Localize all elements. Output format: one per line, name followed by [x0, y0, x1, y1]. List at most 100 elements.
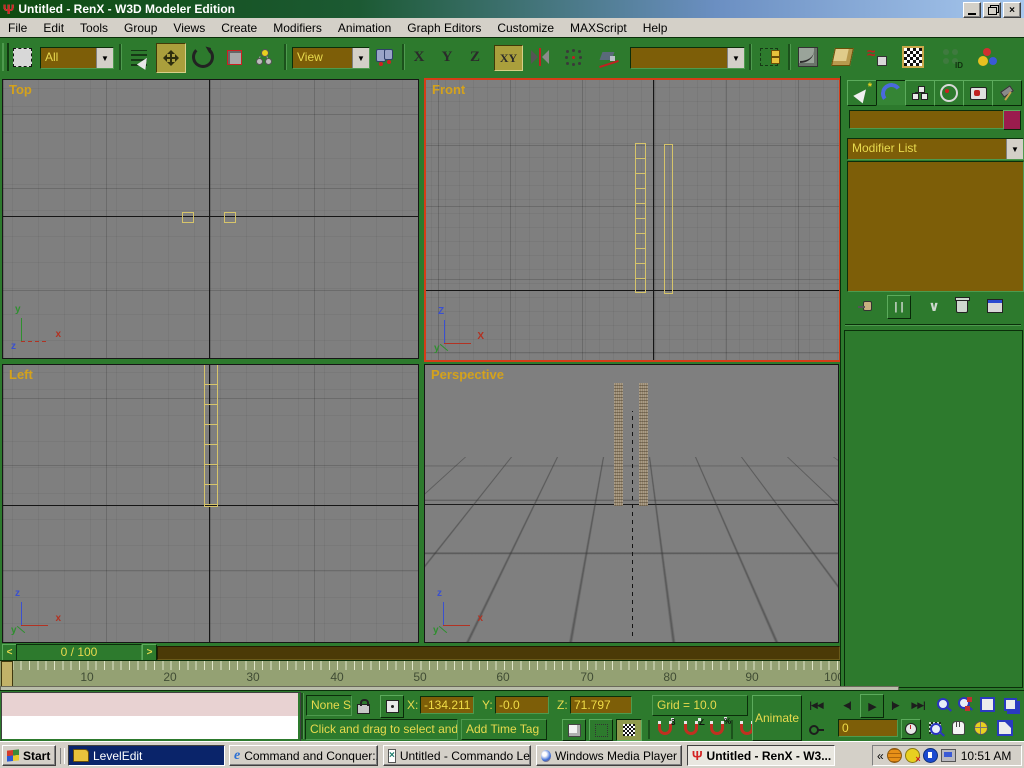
mirror-button[interactable] — [528, 45, 552, 69]
select-object-button[interactable] — [8, 43, 36, 71]
pin-stack-button[interactable] — [853, 295, 877, 317]
viewport-left[interactable]: Left z x y — [2, 364, 419, 643]
selection-lock-toggle[interactable] — [357, 698, 370, 714]
menu-tools[interactable]: Tools — [72, 19, 116, 37]
min-max-toggle-button[interactable] — [995, 718, 1015, 738]
restore-button[interactable] — [983, 2, 1001, 18]
pan-button[interactable] — [949, 718, 967, 738]
percent-snap-button[interactable]: % — [706, 719, 728, 739]
frame-slider-handle[interactable] — [1, 661, 13, 687]
absolute-offset-toggle[interactable] — [380, 695, 404, 718]
menu-customize[interactable]: Customize — [489, 19, 562, 37]
schematic-view-button[interactable] — [828, 43, 856, 71]
texture-view-button[interactable] — [616, 719, 642, 741]
x-coord-field[interactable]: -134.211 — [420, 696, 474, 714]
select-and-scale-button[interactable] — [222, 45, 246, 69]
time-slider-track[interactable] — [157, 646, 840, 660]
task-renx[interactable]: Ψ Untitled - RenX - W3... — [687, 745, 835, 766]
time-configuration-button[interactable] — [901, 719, 921, 739]
ladder-object-wireframe[interactable] — [635, 143, 646, 293]
key-mode-toggle[interactable] — [806, 719, 826, 739]
window-titlebar[interactable]: Ψ Untitled - RenX - W3D Modeler Edition … — [0, 0, 1024, 18]
angle-snap-button[interactable]: ∠ — [680, 719, 702, 739]
tray-alert-icon[interactable]: × — [905, 748, 920, 763]
viewport-top[interactable]: Top y x z — [2, 79, 419, 359]
select-and-rotate-button[interactable] — [189, 43, 217, 71]
restrict-x-button[interactable]: X — [408, 45, 430, 69]
configure-modifier-sets-button[interactable] — [983, 295, 1007, 317]
degradation-view-button[interactable] — [589, 719, 613, 741]
listener-macro-field[interactable] — [2, 693, 298, 716]
dropdown-arrow-icon[interactable]: ▼ — [96, 48, 113, 68]
start-button[interactable]: Start — [2, 745, 56, 766]
restrict-z-button[interactable]: Z — [464, 45, 486, 69]
viewport-top-label[interactable]: Top — [9, 82, 32, 97]
dropdown-arrow-icon[interactable]: ▼ — [1006, 139, 1023, 159]
time-slider-display[interactable]: 0 / 100 — [16, 644, 142, 661]
task-windows-media-player[interactable]: Windows Media Player — [536, 745, 682, 766]
viewport-perspective-label[interactable]: Perspective — [431, 367, 504, 382]
menu-views[interactable]: Views — [165, 19, 213, 37]
snap-toggle-button[interactable]: 3 — [654, 719, 676, 739]
animate-button[interactable]: Animate — [752, 695, 802, 741]
array-button[interactable] — [560, 44, 586, 70]
task-command-and-conquer[interactable]: e Command and Conquer:... — [229, 745, 378, 766]
align-button[interactable] — [596, 44, 622, 70]
zoom-extents-all-button[interactable] — [1000, 694, 1020, 714]
tab-hierarchy[interactable] — [905, 80, 935, 106]
show-end-result-button[interactable]: | | — [887, 295, 911, 319]
ladder-object-shaded[interactable] — [614, 383, 623, 506]
object-color-swatch[interactable] — [1003, 110, 1021, 130]
viewport-front[interactable]: Front Z X y — [424, 78, 841, 362]
go-to-start-button[interactable]: |◀◀ — [806, 695, 826, 715]
quick-render-button[interactable] — [972, 43, 1002, 71]
add-time-tag[interactable]: Add Time Tag — [461, 719, 547, 740]
shaded-view-button[interactable] — [562, 719, 586, 741]
panel-object-shaded[interactable] — [639, 383, 648, 506]
restrict-y-button[interactable]: Y — [436, 45, 458, 69]
task-leveledit[interactable]: LevelEdit — [68, 745, 225, 766]
modifier-stack-list[interactable] — [847, 161, 1024, 292]
menu-maxscript[interactable]: MAXScript — [562, 19, 635, 37]
next-frame-button[interactable]: |▶ — [886, 695, 904, 715]
named-selection-sets-dropdown[interactable]: ▼ — [630, 47, 745, 69]
tray-chevron-button[interactable]: « — [877, 749, 884, 763]
minimize-button[interactable] — [963, 2, 981, 18]
taskbar-divider[interactable] — [60, 748, 65, 764]
tab-create[interactable]: * — [847, 80, 877, 106]
listener-script-field[interactable] — [2, 716, 298, 739]
next-frame-button[interactable]: > — [142, 644, 157, 661]
menu-help[interactable]: Help — [635, 19, 676, 37]
curve-editor-button[interactable] — [794, 43, 822, 71]
object-name-field[interactable] — [849, 110, 1005, 129]
make-unique-button[interactable]: ∨ — [923, 295, 945, 317]
zoom-button[interactable] — [934, 694, 952, 714]
tab-motion[interactable] — [934, 80, 964, 106]
select-and-manipulate-button[interactable] — [252, 45, 276, 69]
tab-utilities[interactable] — [992, 80, 1022, 106]
selected-object-top-2[interactable] — [224, 212, 236, 223]
tab-modify[interactable] — [876, 80, 906, 106]
previous-frame-button[interactable]: ◀| — [838, 695, 856, 715]
edit-named-selections-button[interactable] — [756, 44, 782, 70]
viewport-perspective[interactable]: Perspective z x y — [424, 364, 839, 643]
dropdown-arrow-icon[interactable]: ▼ — [352, 48, 369, 68]
tray-scheduler-icon[interactable] — [923, 748, 938, 763]
prev-frame-button[interactable]: < — [2, 644, 17, 661]
tab-display[interactable] — [963, 80, 993, 106]
modifier-list-dropdown[interactable]: Modifier List ▼ — [847, 138, 1024, 160]
render-type-button[interactable]: ID — [936, 43, 966, 71]
task-commando-editor[interactable]: × Untitled - Commando Le... — [383, 745, 531, 766]
region-zoom-button[interactable] — [926, 718, 944, 738]
reference-coordsys-dropdown[interactable]: View ▼ — [292, 47, 370, 69]
selected-object-top-1[interactable] — [182, 212, 194, 223]
viewport-left-label[interactable]: Left — [9, 367, 33, 382]
arc-rotate-button[interactable] — [972, 718, 990, 738]
z-coord-field[interactable]: 71.797 — [570, 696, 632, 714]
menu-group[interactable]: Group — [116, 19, 165, 37]
menu-edit[interactable]: Edit — [35, 19, 72, 37]
selection-filter-dropdown[interactable]: All ▼ — [40, 47, 114, 69]
ladder-object-wireframe[interactable] — [204, 364, 218, 507]
y-coord-field[interactable]: -0.0 — [495, 696, 549, 714]
current-frame-field[interactable]: 0 — [838, 719, 898, 737]
